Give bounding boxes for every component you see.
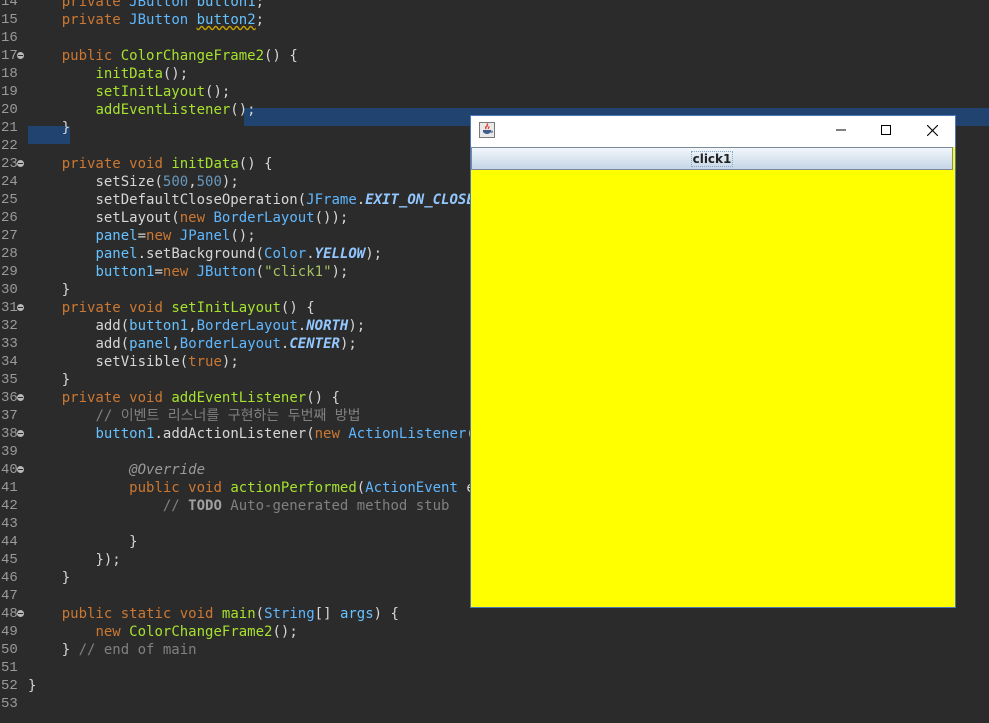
code-text: public ColorChangeFrame2() {	[61, 48, 298, 64]
click1-button[interactable]: click1	[471, 147, 953, 170]
line-number: 30	[1, 282, 18, 298]
maximize-icon	[881, 125, 891, 135]
yellow-panel[interactable]	[471, 172, 955, 607]
fold-collapse-icon[interactable]	[17, 430, 24, 437]
line-number: 52	[1, 678, 18, 694]
code-text: }	[61, 282, 71, 298]
line-number: 27	[1, 228, 18, 244]
line-number: 25	[1, 192, 18, 208]
code-line[interactable]: 18 initData();	[0, 65, 989, 83]
line-number: 49	[1, 624, 18, 640]
code-text: setVisible(true);	[95, 354, 239, 370]
code-text: private void setInitLayout() {	[61, 300, 315, 316]
code-text: }	[61, 570, 71, 586]
minimize-button[interactable]	[818, 116, 864, 145]
code-text: addEventListener();	[95, 102, 256, 118]
line-number: 51	[1, 660, 18, 676]
code-text: setDefaultCloseOperation(JFrame.EXIT_ON_…	[95, 192, 491, 208]
line-number: 16	[1, 30, 18, 46]
line-number: 34	[1, 354, 18, 370]
code-text: }	[28, 678, 37, 694]
code-text: panel=new JPanel();	[95, 228, 256, 244]
line-number: 20	[1, 102, 18, 118]
fold-collapse-icon[interactable]	[17, 304, 24, 311]
line-number: 53	[1, 696, 18, 712]
code-line[interactable]: 19 setInitLayout();	[0, 83, 989, 101]
line-number: 24	[1, 174, 18, 190]
line-number: 19	[1, 84, 18, 100]
minimize-icon	[836, 129, 846, 131]
line-number: 37	[1, 408, 18, 424]
code-text: private JButton button2;	[61, 12, 265, 28]
code-text: panel.setBackground(Color.YELLOW);	[95, 246, 383, 262]
line-number: 32	[1, 318, 18, 334]
content-pane: click1	[471, 147, 955, 607]
code-text: public static void main(String[] args) {	[61, 606, 399, 622]
code-text: });	[95, 552, 121, 568]
line-number: 44	[1, 534, 18, 550]
line-number: 15	[1, 12, 18, 28]
code-text: button1=new JButton("click1");	[95, 264, 349, 280]
maximize-button[interactable]	[863, 116, 909, 145]
line-number: 46	[1, 570, 18, 586]
line-number: 26	[1, 210, 18, 226]
fold-collapse-icon[interactable]	[17, 466, 24, 473]
code-text: add(panel,BorderLayout.CENTER);	[95, 336, 357, 352]
code-text: public void actionPerformed(ActionEvent …	[129, 480, 500, 496]
code-line[interactable]: 16	[0, 29, 989, 47]
window-titlebar[interactable]	[471, 116, 955, 145]
code-text: setInitLayout();	[95, 84, 231, 100]
fold-collapse-icon[interactable]	[17, 160, 24, 167]
code-text: button1.addActionListener(new ActionList…	[95, 426, 500, 442]
code-text: @Override	[129, 462, 206, 478]
code-line[interactable]: 14 private JButton button1;	[0, 0, 989, 11]
line-number: 42	[1, 498, 18, 514]
code-text: private void initData() {	[61, 156, 273, 172]
code-line[interactable]: 15 private JButton button2;	[0, 11, 989, 29]
code-line[interactable]: 49 new ColorChangeFrame2();	[0, 623, 989, 641]
java-cup-icon	[479, 122, 495, 138]
code-line[interactable]: 17 public ColorChangeFrame2() {	[0, 47, 989, 65]
code-line[interactable]: 51	[0, 659, 989, 677]
code-line[interactable]: 53	[0, 695, 989, 713]
code-text: private JButton button1;	[61, 0, 265, 10]
code-line[interactable]: 52}	[0, 677, 989, 695]
code-text: setSize(500,500);	[95, 174, 239, 190]
code-text: add(button1,BorderLayout.NORTH);	[95, 318, 366, 334]
line-number: 22	[1, 138, 18, 154]
line-number: 14	[1, 0, 18, 10]
code-text: }	[61, 372, 71, 388]
line-number: 45	[1, 552, 18, 568]
code-text: private void addEventListener() {	[61, 390, 340, 406]
fold-collapse-icon[interactable]	[17, 52, 24, 59]
code-text: new ColorChangeFrame2();	[95, 624, 298, 640]
click1-button-label: click1	[690, 151, 734, 167]
fold-collapse-icon[interactable]	[17, 394, 24, 401]
code-text: }	[129, 534, 138, 550]
line-number: 28	[1, 246, 18, 262]
line-number: 21	[1, 120, 18, 136]
code-text: } // end of main	[61, 642, 197, 658]
code-text: setLayout(new BorderLayout());	[95, 210, 349, 226]
code-text: }	[61, 120, 71, 136]
line-number: 39	[1, 444, 18, 460]
line-number: 18	[1, 66, 18, 82]
fold-collapse-icon[interactable]	[17, 610, 24, 617]
line-number: 29	[1, 264, 18, 280]
code-text: // TODO Auto-generated method stub	[162, 498, 450, 514]
line-number: 50	[1, 642, 18, 658]
line-number: 33	[1, 336, 18, 352]
close-button[interactable]	[909, 116, 955, 145]
code-text: initData();	[95, 66, 189, 82]
code-text: // 이벤트 리스너를 구현하는 두번째 방법	[95, 408, 361, 424]
swing-window[interactable]: click1	[471, 116, 955, 607]
line-number: 35	[1, 372, 18, 388]
close-icon	[926, 124, 938, 136]
line-number: 41	[1, 480, 18, 496]
code-line[interactable]: 48 public static void main(String[] args…	[0, 605, 989, 623]
code-line[interactable]: 50 } // end of main	[0, 641, 989, 659]
line-number: 47	[1, 588, 18, 604]
line-number: 43	[1, 516, 18, 532]
